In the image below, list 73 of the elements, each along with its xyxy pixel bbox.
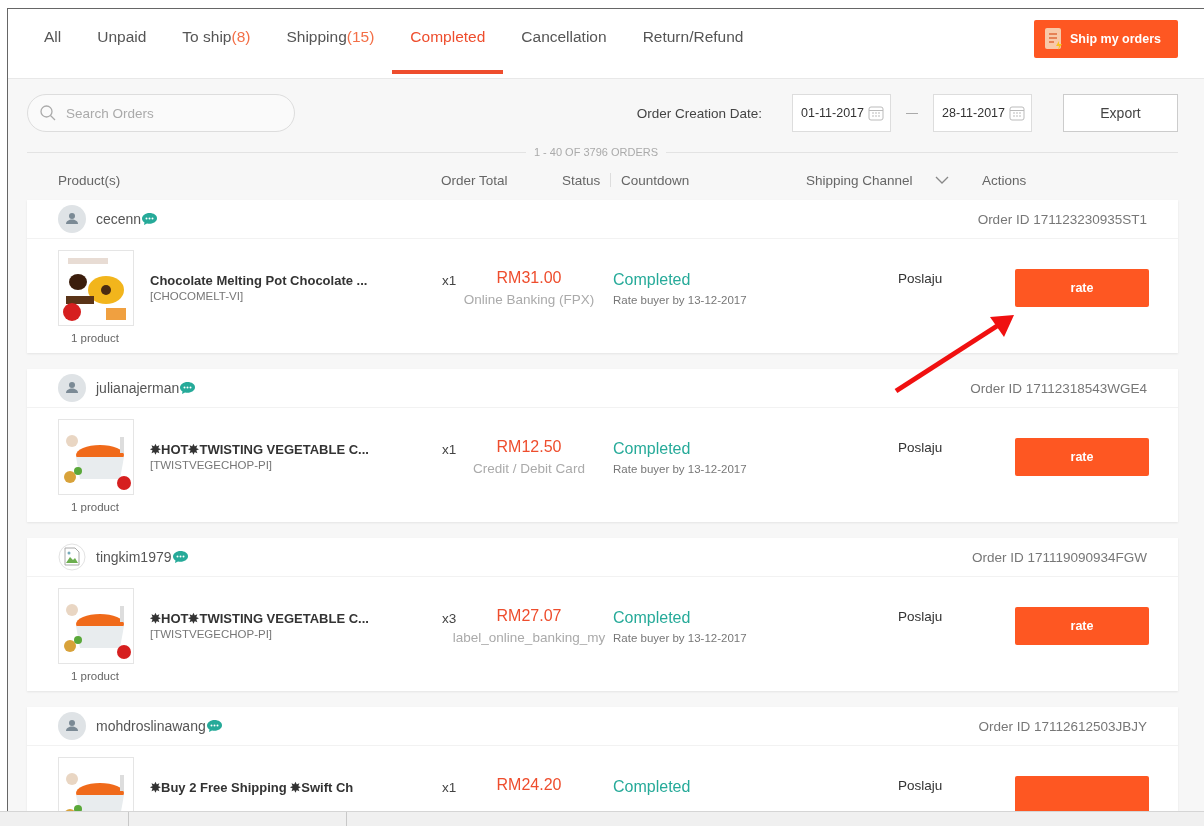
buyer-name[interactable]: tingkim1979	[96, 549, 172, 565]
broken-image-icon	[58, 543, 86, 571]
tab[interactable]: Unpaid	[79, 9, 165, 74]
column-header: Status	[562, 172, 602, 188]
avatar-icon	[58, 374, 86, 402]
search-field[interactable]: Search Orders	[27, 94, 295, 132]
avatar-icon	[58, 712, 86, 740]
order-total: RM24.20	[496, 776, 562, 794]
payment-method: Credit / Debit Card	[473, 461, 585, 476]
order-status: Completed	[613, 440, 692, 458]
order-count: 1 - 40 OF 3796 ORDERS	[532, 146, 659, 158]
order-id: Order ID 171119090934FGW	[971, 549, 1147, 565]
chevron-down-icon	[934, 176, 949, 184]
product-sku: [TWISTVEGECHOP-PI]	[150, 459, 274, 471]
tab[interactable]: Shipping(15)	[268, 9, 393, 74]
order-id: Order ID 171123230935ST1	[977, 211, 1147, 227]
export-button[interactable]: Export	[1063, 94, 1178, 132]
order-total: RM27.07	[496, 607, 562, 625]
date-field[interactable]: 28-11-2017	[933, 94, 1032, 132]
chat-icon	[179, 381, 197, 395]
shipping-channel: Poslaju	[897, 778, 944, 793]
tab[interactable]: Completed	[392, 9, 504, 74]
status-note: Rate buyer by 13-12-2017	[613, 632, 748, 644]
buyer-name[interactable]: mohdroslinawang	[96, 718, 206, 734]
order-status: Completed	[613, 778, 692, 796]
product-sku: [TWISTVEGECHOP-PI]	[150, 628, 274, 640]
product-count: 1 product	[71, 501, 119, 513]
order-status: Completed	[613, 609, 692, 627]
tab[interactable]: Cancellation	[503, 9, 625, 74]
quantity: x3	[442, 611, 454, 626]
document-icon	[1044, 27, 1064, 51]
quantity: x1	[442, 273, 454, 288]
product-count: 1 product	[71, 332, 119, 344]
order-status: Completed	[613, 271, 692, 289]
search-icon	[40, 105, 56, 121]
avatar-icon	[58, 205, 86, 233]
buyer-name[interactable]: julianajerman	[96, 380, 180, 396]
tab[interactable]: All	[26, 9, 80, 74]
product-sku: [CHOCOMELT-VI]	[150, 290, 245, 302]
shipping-channel: Poslaju	[897, 271, 944, 286]
quantity: x1	[442, 780, 454, 795]
tab[interactable]: Return/Refund	[624, 9, 762, 74]
calendar-icon	[1009, 105, 1025, 121]
calendar-icon	[868, 105, 884, 121]
date-field[interactable]: 01-11-2017	[792, 94, 891, 132]
payment-method: label_online_banking_my	[452, 630, 606, 645]
product-name[interactable]: ✸HOT✸TWISTING VEGETABLE C...	[150, 442, 442, 457]
product-name[interactable]: ✸HOT✸TWISTING VEGETABLE C...	[150, 611, 442, 626]
chat-icon	[141, 212, 159, 226]
order-id: Order ID 17112318543WGE4	[970, 380, 1147, 396]
column-header: Order Total	[441, 172, 509, 188]
product-count: 1 product	[71, 670, 119, 682]
shipping-channel: Poslaju	[897, 440, 944, 455]
column-header: Countdown	[621, 172, 691, 188]
buyer-name[interactable]: cecenn	[96, 211, 142, 227]
status-note: Rate buyer by 13-12-2017	[613, 463, 748, 475]
chat-icon	[171, 550, 189, 564]
product-name[interactable]: ✸Buy 2 Free Shipping ✸Swift Ch	[150, 780, 442, 795]
tab[interactable]: To ship(8)	[164, 9, 269, 74]
payment-method: Online Banking (FPX)	[463, 292, 595, 307]
status-note: Rate buyer by 13-12-2017	[613, 294, 748, 306]
column-header: Actions	[982, 172, 1027, 188]
quantity: x1	[442, 442, 454, 457]
rate-button[interactable]	[1015, 776, 1149, 811]
product-name[interactable]: Chocolate Melting Pot Chocolate ...	[150, 273, 442, 288]
date-label: Order Creation Date:	[636, 105, 762, 121]
chat-icon	[205, 719, 223, 733]
order-total: RM31.00	[496, 269, 562, 287]
order-total: RM12.50	[496, 438, 562, 456]
shipping-channel: Poslaju	[897, 609, 944, 624]
column-header: Product(s)	[58, 172, 122, 188]
shipping-channel-dropdown[interactable]: Shipping Channel	[805, 172, 963, 188]
order-id: Order ID 17112612503JBJY	[978, 718, 1147, 734]
